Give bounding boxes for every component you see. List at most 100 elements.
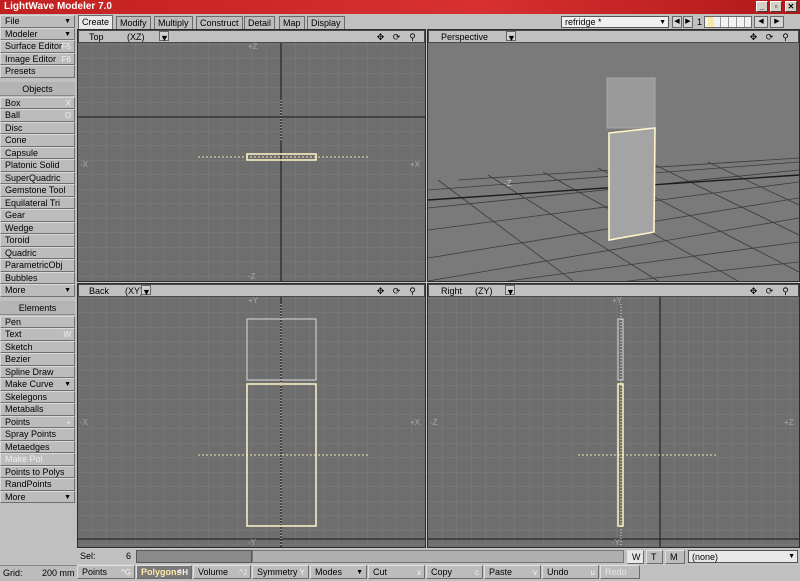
- button-image-editor[interactable]: Image Editor F6: [0, 52, 75, 65]
- polygons-button[interactable]: Polygons ^H: [136, 565, 192, 579]
- button-presets[interactable]: Presets: [0, 65, 75, 78]
- button-parametricobj[interactable]: ParametricObj: [0, 259, 75, 272]
- move-icon[interactable]: ✥: [374, 285, 387, 297]
- button-make-pol[interactable]: Make Pol: [0, 453, 75, 466]
- button-metaballs[interactable]: Metaballs: [0, 403, 75, 416]
- button-cone[interactable]: Cone: [0, 134, 75, 147]
- rotate-icon[interactable]: ⟳: [390, 285, 403, 297]
- button-points-to-polys[interactable]: Points to Polys: [0, 465, 75, 478]
- chevron-down-icon[interactable]: ▼: [505, 285, 515, 297]
- zoom-icon[interactable]: ⚲: [406, 285, 419, 297]
- material-toggle[interactable]: M: [665, 550, 685, 564]
- chevron-down-icon: ▼: [64, 18, 71, 25]
- button-metaedges[interactable]: Metaedges: [0, 440, 75, 453]
- button-pen[interactable]: Pen: [0, 315, 75, 328]
- button-spray-points[interactable]: Spray Points: [0, 428, 75, 441]
- button-text[interactable]: Text W: [0, 328, 75, 341]
- button-sketch[interactable]: Sketch: [0, 340, 75, 353]
- viewport-back[interactable]: +Y -X +X -Y: [77, 283, 426, 548]
- cut-button[interactable]: Cut x: [368, 565, 425, 579]
- tab-detail[interactable]: Detail: [244, 16, 276, 29]
- wireframe-toggle[interactable]: W: [627, 550, 644, 564]
- button-disc[interactable]: Disc: [0, 121, 75, 134]
- button-equilateral-tri[interactable]: Equilateral Tri: [0, 196, 75, 209]
- layer-scroll-right-icon[interactable]: ▶: [770, 16, 784, 28]
- button-more[interactable]: More ▼: [0, 490, 75, 503]
- button-superquadric[interactable]: SuperQuadric: [0, 171, 75, 184]
- button-capsule[interactable]: Capsule: [0, 146, 75, 159]
- tab-create[interactable]: Create: [78, 15, 114, 29]
- info-display: [252, 550, 624, 563]
- viewport-name[interactable]: Top: [89, 31, 104, 43]
- axis-label: -X: [80, 160, 88, 169]
- button-box[interactable]: Box X: [0, 96, 75, 109]
- surface-selector[interactable]: (none) ▼: [688, 550, 798, 563]
- button-skelegons[interactable]: Skelegons: [0, 390, 75, 403]
- rotate-icon[interactable]: ⟳: [390, 31, 403, 43]
- zoom-icon[interactable]: ⚲: [779, 31, 792, 43]
- button-surface-editor[interactable]: Surface Editor F5: [0, 40, 75, 53]
- prev-icon[interactable]: ◀: [672, 16, 682, 28]
- tab-map[interactable]: Map: [279, 16, 305, 29]
- move-icon[interactable]: ✥: [374, 31, 387, 43]
- move-icon[interactable]: ✥: [747, 31, 760, 43]
- paste-button[interactable]: Paste v: [484, 565, 541, 579]
- button-toroid[interactable]: Toroid: [0, 234, 75, 247]
- button-label: Sketch: [5, 341, 33, 352]
- minimize-icon[interactable]: _: [756, 1, 768, 12]
- button-file[interactable]: File ▼: [0, 15, 75, 28]
- rotate-icon[interactable]: ⟳: [763, 285, 776, 297]
- button-ball[interactable]: Ball O: [0, 109, 75, 122]
- close-icon[interactable]: ✕: [785, 1, 797, 12]
- axis-label: +Z: [248, 42, 258, 51]
- tab-modify[interactable]: Modify: [116, 16, 151, 29]
- layer-scroll-left-icon[interactable]: ◀: [754, 16, 768, 28]
- button-gear[interactable]: Gear: [0, 209, 75, 222]
- zoom-icon[interactable]: ⚲: [779, 285, 792, 297]
- button-platonic-solid[interactable]: Platonic Solid: [0, 159, 75, 172]
- redo-button[interactable]: Redo: [600, 565, 640, 579]
- viewport-name[interactable]: Right: [441, 285, 462, 297]
- viewport-top[interactable]: +Z -X +X -Z: [77, 29, 426, 282]
- zoom-icon[interactable]: ⚲: [406, 31, 419, 43]
- button-make-curve[interactable]: Make Curve ▼: [0, 378, 75, 391]
- next-icon[interactable]: ▶: [683, 16, 693, 28]
- volume-button[interactable]: Volume ^J: [193, 565, 251, 579]
- maximize-icon[interactable]: ▫: [770, 1, 782, 12]
- button-label: Undo: [547, 567, 569, 577]
- viewport-axes[interactable]: (ZY): [475, 285, 493, 297]
- chevron-down-icon[interactable]: ▼: [506, 31, 516, 43]
- chevron-down-icon[interactable]: ▼: [159, 31, 169, 43]
- button-label: Make Pol: [5, 454, 43, 464]
- copy-button[interactable]: Copy c: [426, 565, 483, 579]
- symmetry-button[interactable]: Symmetry Y: [252, 565, 309, 579]
- viewport-axes[interactable]: (XZ): [127, 31, 145, 43]
- button-modeler[interactable]: Modeler ▼: [0, 27, 75, 40]
- button-bezier[interactable]: Bezier: [0, 353, 75, 366]
- rotate-icon[interactable]: ⟳: [763, 31, 776, 43]
- button-wedge[interactable]: Wedge: [0, 221, 75, 234]
- viewport-perspective[interactable]: -Z: [427, 29, 800, 282]
- texture-toggle[interactable]: T: [646, 550, 663, 564]
- viewport-name[interactable]: Back: [89, 285, 109, 297]
- button-gemstone-tool[interactable]: Gemstone Tool: [0, 184, 75, 197]
- viewport-name[interactable]: Perspective: [441, 31, 488, 43]
- button-label: Disc: [5, 122, 23, 133]
- layer-buttons[interactable]: [704, 16, 752, 28]
- undo-button[interactable]: Undo u: [542, 565, 599, 579]
- tab-multiply[interactable]: Multiply: [154, 16, 193, 29]
- object-selector[interactable]: refridge * ▼: [561, 16, 669, 28]
- button-randpoints[interactable]: RandPoints: [0, 478, 75, 491]
- points-button[interactable]: Points ^G: [77, 565, 135, 579]
- chevron-down-icon[interactable]: ▼: [141, 285, 151, 297]
- button-more[interactable]: More ▼: [0, 284, 75, 297]
- button-spline-draw[interactable]: Spline Draw: [0, 365, 75, 378]
- button-points[interactable]: Points +: [0, 415, 75, 428]
- tab-display[interactable]: Display: [307, 16, 345, 29]
- modes-button[interactable]: Modes ▼: [310, 565, 367, 579]
- viewport-right[interactable]: +Y -Z +Z -Y: [427, 283, 800, 548]
- button-quadric[interactable]: Quadric: [0, 246, 75, 259]
- button-bubbles[interactable]: Bubbles: [0, 271, 75, 284]
- move-icon[interactable]: ✥: [747, 285, 760, 297]
- tab-construct[interactable]: Construct: [196, 16, 243, 29]
